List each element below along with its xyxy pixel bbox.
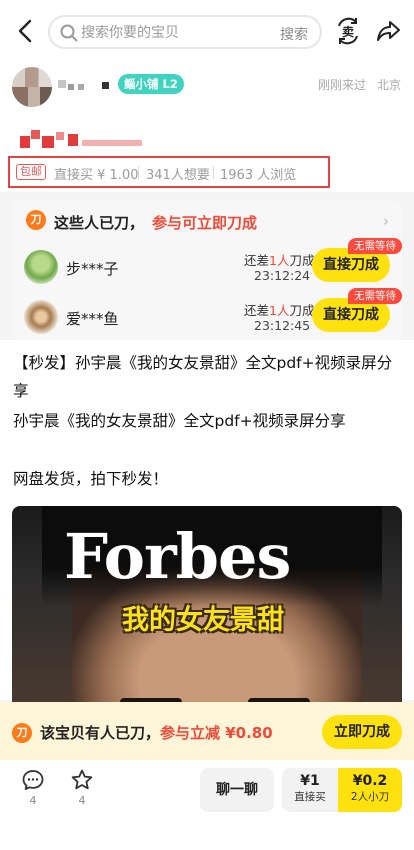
- chevron-right-icon[interactable]: ›: [383, 212, 389, 230]
- need-prefix: 还差: [244, 303, 270, 318]
- description-line: 【秒发】孙宇晨《我的女友景甜》全文pdf+视频录屏分: [13, 354, 393, 372]
- direct-buy-button-price: ¥1: [300, 773, 320, 789]
- promo-discount: 参与立减 ¥0.80: [160, 724, 273, 742]
- promo-text-prefix: 该宝贝有人已刀，: [40, 724, 161, 742]
- blade-icon: 刀: [12, 723, 32, 743]
- seller-row[interactable]: 鲻小铺 L2 刚刚来过 北京: [0, 62, 414, 116]
- stat-divider: [138, 166, 139, 179]
- promo-banner: 刀 该宝贝有人已刀，参与立减 ¥0.80 立即刀成: [0, 702, 414, 760]
- top-bar: 搜索 卖: [0, 0, 414, 62]
- helper-avatar: [24, 250, 58, 284]
- blade-icon: 刀: [26, 210, 46, 230]
- trade-icon[interactable]: 卖: [334, 16, 362, 46]
- need-suffix: 刀成: [289, 303, 315, 318]
- stat-divider: [213, 166, 214, 179]
- description-line: 网盘发货，拍下秒发！: [13, 470, 169, 488]
- direct-buy-price: 直接买 ¥ 1.00: [54, 168, 139, 183]
- comment-icon: [22, 770, 44, 790]
- cover-caption: 我的女友景甜: [122, 605, 284, 636]
- free-shipping-tag: 包邮: [16, 164, 46, 180]
- helper-need-text: 还差1人刀成: [244, 300, 314, 319]
- need-number: 1人: [269, 303, 290, 318]
- direct-buy-button-label: 直接买: [294, 791, 326, 803]
- last-visit-text: 刚刚来过: [318, 78, 367, 92]
- need-prefix: 还差: [244, 253, 270, 268]
- comment-count: 4: [29, 794, 37, 807]
- helper-name: 步***子: [66, 260, 119, 278]
- description-line: 享: [13, 382, 29, 400]
- bottom-action-bar: 4 4 聊一聊 ¥1 直接买 ¥0.2 2人小刀: [0, 760, 414, 850]
- bargain-subtitle: 参与可立即刀成: [152, 214, 258, 232]
- cover-image[interactable]: Forbes 我的女友景甜: [12, 506, 402, 706]
- cut-button-label: 2人小刀: [350, 791, 390, 803]
- promo-text: 该宝贝有人已刀，参与立减 ¥0.80: [40, 722, 273, 743]
- search-button[interactable]: 搜索: [280, 24, 308, 44]
- seller-avatar[interactable]: [12, 67, 52, 107]
- favorite-count: 4: [78, 794, 86, 807]
- views-count: 1963 人浏览: [220, 168, 297, 183]
- trade-icon-glyph: 卖: [342, 24, 354, 39]
- bargain-title: 这些人已刀，: [54, 214, 145, 232]
- need-number: 1人: [269, 253, 290, 268]
- seller-name-mosaic: [58, 78, 109, 92]
- comment-button[interactable]: 4: [18, 768, 48, 807]
- helper-avatar: [24, 300, 58, 334]
- description-line: 孙宇晨《我的女友景甜》全文pdf+视频录屏分享: [13, 412, 346, 430]
- share-icon[interactable]: [376, 18, 402, 44]
- need-suffix: 刀成: [289, 253, 315, 268]
- price-stats-box: 包邮 直接买 ¥ 1.00 341人想要 1963 人浏览: [8, 156, 330, 188]
- seller-location: 北京: [377, 78, 402, 92]
- helper-row: 爱***鱼 还差1人刀成 23:12:45 直接刀成 无需等待: [12, 288, 402, 342]
- no-wait-tag: 无需等待: [348, 238, 402, 254]
- store-level-badge: 鲻小铺 L2: [118, 74, 184, 94]
- cover-headline: Forbes: [64, 520, 291, 593]
- wants-count: 341人想要: [146, 168, 210, 183]
- store-badge-level: L2: [162, 77, 178, 91]
- no-wait-tag: 无需等待: [348, 288, 402, 304]
- search-icon: [59, 23, 79, 43]
- instant-cut-button[interactable]: 立即刀成: [322, 715, 402, 749]
- masked-price-mosaic: [20, 128, 150, 150]
- item-description: 【秒发】孙宇晨《我的女友景甜》全文pdf+视频录屏分 享 孙宇晨《我的女友景甜》…: [0, 340, 414, 706]
- star-icon: [71, 769, 93, 790]
- helper-time: 23:12:24: [254, 268, 311, 283]
- chat-button[interactable]: 聊一聊: [200, 768, 274, 812]
- helper-name: 爱***鱼: [66, 310, 119, 328]
- cut-button-price: ¥0.2: [352, 773, 388, 789]
- search-box[interactable]: 搜索: [48, 15, 322, 49]
- search-input[interactable]: [81, 21, 271, 45]
- helper-time: 23:12:45: [254, 318, 311, 333]
- store-badge-label: 鲻小铺: [124, 77, 159, 91]
- back-icon[interactable]: [14, 18, 38, 44]
- item-header: 包邮 直接买 ¥ 1.00 341人想要 1963 人浏览: [0, 116, 414, 192]
- favorite-button[interactable]: 4: [67, 768, 97, 807]
- bargain-card[interactable]: 刀 这些人已刀， 参与可立即刀成 › 步***子 还差1人刀成 23:12:24…: [12, 200, 402, 340]
- helper-need-text: 还差1人刀成: [244, 250, 314, 269]
- two-person-cut-button[interactable]: ¥0.2 2人小刀: [338, 768, 402, 812]
- direct-buy-button[interactable]: ¥1 直接买: [282, 768, 338, 812]
- helper-row: 步***子 还差1人刀成 23:12:24 直接刀成 无需等待: [12, 238, 402, 292]
